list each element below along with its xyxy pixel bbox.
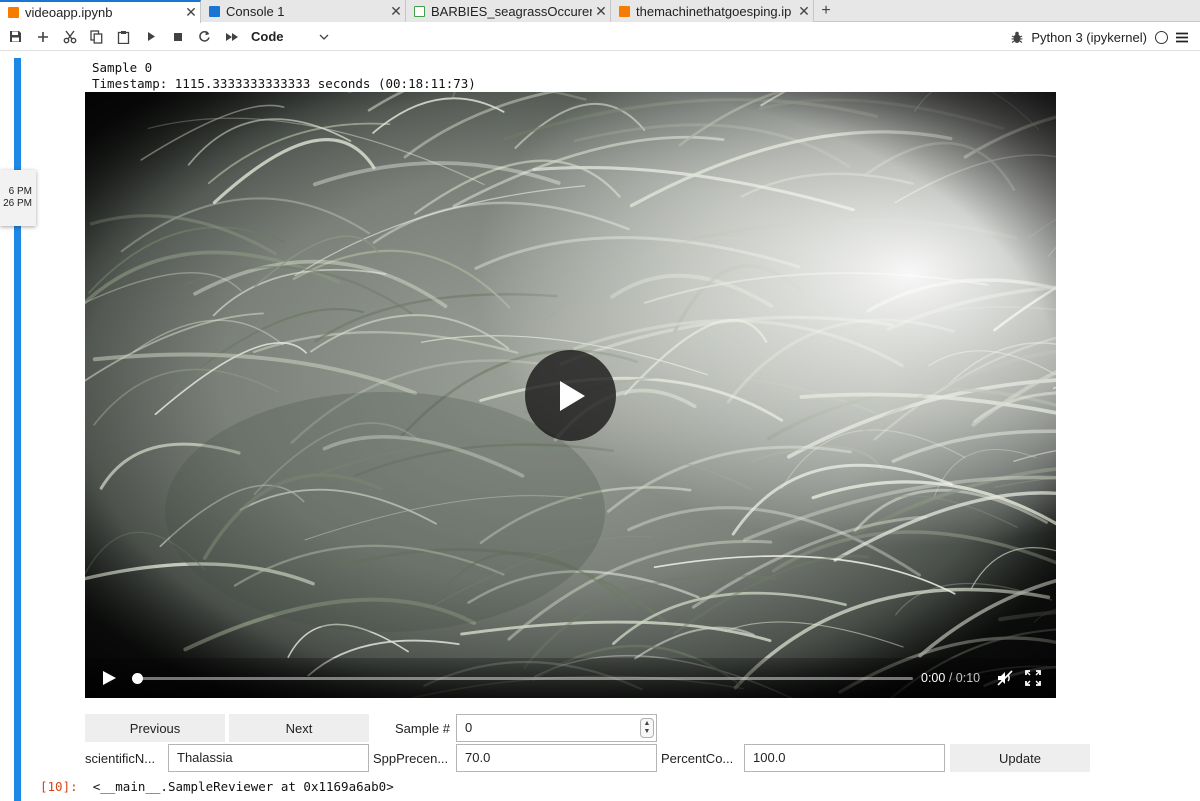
tab-barbies[interactable]: BARBIES_seagrassOccurer ✕ xyxy=(406,0,611,22)
tab-bar: videoapp.ipynb ✕ Console 1 ✕ BARBIES_sea… xyxy=(0,0,1200,23)
cell-type-value: Code xyxy=(251,29,284,44)
paste-button[interactable] xyxy=(110,24,137,50)
tab-label: Console 1 xyxy=(226,3,285,19)
save-button[interactable] xyxy=(2,24,29,50)
percent-cover-input[interactable]: 100.0 xyxy=(744,744,945,772)
clipboard-icon xyxy=(117,30,130,44)
insert-cell-button[interactable] xyxy=(29,24,56,50)
menu-icon[interactable] xyxy=(1176,32,1188,43)
percent-cover-label: PercentCo... xyxy=(661,750,734,766)
close-icon[interactable]: ✕ xyxy=(795,3,813,20)
tab-label: BARBIES_seagrassOccurer xyxy=(431,3,592,19)
cut-button[interactable] xyxy=(56,24,83,50)
scientific-name-label: scientificN... xyxy=(85,750,156,766)
seek-bar[interactable] xyxy=(132,673,913,684)
fullscreen-icon[interactable] xyxy=(1024,669,1042,687)
time-display: 0:00 / 0:10 xyxy=(921,671,980,685)
sample-number-input[interactable]: 0 ▲ ▼ xyxy=(456,714,657,742)
next-button[interactable]: Next xyxy=(229,714,369,742)
run-button[interactable] xyxy=(137,24,164,50)
tab-videoapp[interactable]: videoapp.ipynb ✕ xyxy=(0,0,201,23)
interrupt-button[interactable] xyxy=(164,24,191,50)
sample-number-label: Sample # xyxy=(395,720,450,736)
spp-percent-label: SppPrecen... xyxy=(373,750,449,766)
big-play-button[interactable] xyxy=(525,350,616,441)
execution-prompt: [10]: xyxy=(40,779,78,794)
plus-icon xyxy=(37,31,48,42)
cell-output-text: Sample 0 Timestamp: 1115.3333333333333 se… xyxy=(92,60,476,92)
mute-icon[interactable] xyxy=(996,669,1014,687)
duration: 0:10 xyxy=(955,671,981,685)
timestamp-tooltip: 6 PM 26 PM xyxy=(0,170,36,226)
play-icon xyxy=(559,380,585,411)
time-separator: / xyxy=(945,671,956,685)
previous-button[interactable]: Previous xyxy=(85,714,225,742)
sample-line: Sample 0 xyxy=(92,60,153,75)
restart-run-all-button[interactable] xyxy=(218,24,245,50)
run-icon xyxy=(147,32,155,41)
scientific-name-input[interactable]: Thalassia xyxy=(168,744,369,772)
timestamp-line: Timestamp: 1115.3333333333333 seconds (0… xyxy=(92,76,476,91)
cell-type-select[interactable]: Code xyxy=(251,29,333,44)
restart-icon xyxy=(199,31,210,42)
restart-button[interactable] xyxy=(191,24,218,50)
tooltip-line: 6 PM xyxy=(8,186,32,197)
notebook-icon xyxy=(619,5,630,17)
tab-label: videoapp.ipynb xyxy=(25,5,113,20)
update-button[interactable]: Update xyxy=(950,744,1090,772)
chevron-down-icon xyxy=(319,31,329,43)
save-icon xyxy=(10,31,21,42)
tab-label: themachinethatgoesping.ip xyxy=(636,3,792,19)
current-time: 0:00 xyxy=(921,671,946,685)
stepper-icon[interactable]: ▲ ▼ xyxy=(640,718,654,738)
copy-icon xyxy=(90,29,103,44)
tooltip-line: 26 PM xyxy=(3,198,32,209)
new-tab-button[interactable]: + xyxy=(814,0,838,22)
kernel-area: Python 3 (ipykernel) xyxy=(1011,23,1188,51)
console-icon xyxy=(209,5,220,17)
close-icon[interactable]: ✕ xyxy=(182,4,200,21)
stop-icon xyxy=(173,32,182,41)
seek-thumb[interactable] xyxy=(132,673,143,684)
spp-percent-input[interactable]: 70.0 xyxy=(456,744,657,772)
bug-icon[interactable] xyxy=(1011,31,1023,44)
notebook-icon xyxy=(8,7,19,18)
tab-console[interactable]: Console 1 ✕ xyxy=(201,0,406,22)
result-repr: <__main__.SampleReviewer at 0x1169a6ab0> xyxy=(92,779,394,794)
kernel-name[interactable]: Python 3 (ipykernel) xyxy=(1031,30,1147,45)
copy-button[interactable] xyxy=(83,24,110,50)
play-icon[interactable] xyxy=(101,670,117,686)
kernel-status-icon xyxy=(1155,30,1168,44)
cell-result: [10]: <__main__.SampleReviewer at 0x1169… xyxy=(40,779,394,794)
spreadsheet-icon xyxy=(414,5,425,17)
fast-forward-icon xyxy=(225,32,238,41)
close-icon[interactable]: ✕ xyxy=(387,3,405,20)
notebook-toolbar: Code Python 3 (ipykernel) xyxy=(0,23,1200,51)
tab-themachine[interactable]: themachinethatgoesping.ip ✕ xyxy=(611,0,814,22)
video-player[interactable]: 0:00 / 0:10 xyxy=(85,92,1056,698)
video-controls: 0:00 / 0:10 xyxy=(85,658,1056,698)
sample-number-value: 0 xyxy=(465,720,473,735)
scissors-icon xyxy=(63,30,76,43)
close-icon[interactable]: ✕ xyxy=(592,3,610,20)
